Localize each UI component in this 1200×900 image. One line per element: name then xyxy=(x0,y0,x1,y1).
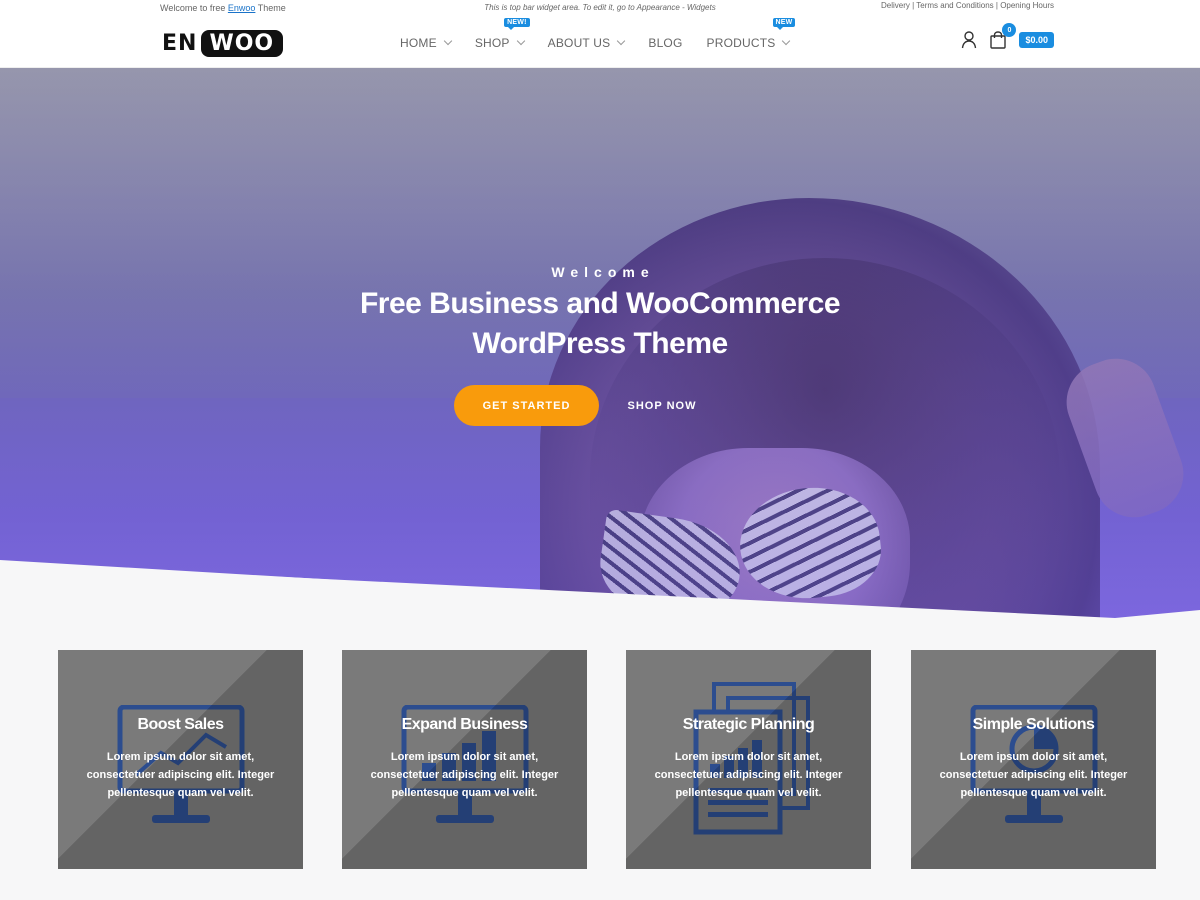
feature-title: Strategic Planning xyxy=(682,716,815,733)
feature-title: Simple Solutions xyxy=(972,716,1095,733)
chevron-down-icon xyxy=(516,36,525,46)
logo-text-en: EN xyxy=(162,30,198,56)
hero-text: Welcome Free Business and WooCommerce Wo… xyxy=(0,264,1200,364)
feature-text: Lorem ipsum dolor sit amet, consectetuer… xyxy=(939,751,1128,799)
feature-card-strategic-planning[interactable]: Strategic Planning Lorem ipsum dolor sit… xyxy=(626,650,871,869)
topbar-link-delivery[interactable]: Delivery xyxy=(881,1,910,10)
hero-title-line-2: WordPress Theme xyxy=(472,327,728,360)
topbar-welcome-prefix: Welcome to free xyxy=(160,3,228,13)
feature-card-boost-sales[interactable]: Boost Sales Lorem ipsum dolor sit amet, … xyxy=(58,650,303,869)
nav-item-products[interactable]: NEW PRODUCTS xyxy=(706,18,796,50)
new-badge: NEW xyxy=(772,18,796,30)
top-bar: Welcome to free Enwoo Theme This is top … xyxy=(0,0,1200,18)
nav-label: ABOUT US xyxy=(547,36,611,50)
cart-bag-icon[interactable]: 0 xyxy=(989,23,1017,49)
feature-title: Expand Business xyxy=(401,716,528,733)
topbar-link-opening-hours[interactable]: Opening Hours xyxy=(1000,1,1054,10)
shop-now-button[interactable]: SHOP NOW xyxy=(616,385,708,426)
site-header: EN WOO HOME NEW! SHOP ABOUT US BLOG NEW … xyxy=(0,18,1200,68)
nav-item-home[interactable]: HOME xyxy=(400,36,453,50)
feature-card-expand-business[interactable]: Expand Business Lorem ipsum dolor sit am… xyxy=(342,650,587,869)
chevron-down-icon xyxy=(617,36,626,46)
hero-eyebrow: Welcome xyxy=(551,264,655,280)
header-actions: 0 $0.00 xyxy=(961,23,1054,49)
chevron-down-icon xyxy=(782,36,791,46)
feature-text: Lorem ipsum dolor sit amet, consectetuer… xyxy=(370,751,559,799)
feature-title: Boost Sales xyxy=(137,716,224,733)
nav-item-shop[interactable]: NEW! SHOP xyxy=(474,18,530,50)
topbar-enwoo-link[interactable]: Enwoo xyxy=(228,3,256,13)
new-badge: NEW! xyxy=(504,18,530,30)
feature-card-simple-solutions[interactable]: Simple Solutions Lorem ipsum dolor sit a… xyxy=(911,650,1156,869)
nav-label: HOME xyxy=(400,36,437,50)
topbar-welcome-suffix: Theme xyxy=(255,3,286,13)
cart-total-button[interactable]: $0.00 xyxy=(1019,32,1054,48)
hero-title-line-1: Free Business and WooCommerce xyxy=(359,287,841,320)
nav-label: PRODUCTS xyxy=(706,36,776,50)
feature-text: Lorem ipsum dolor sit amet, consectetuer… xyxy=(654,751,843,799)
hero-title: Free Business and WooCommerce WordPress … xyxy=(0,284,1200,364)
main-nav: HOME NEW! SHOP ABOUT US BLOG NEW PRODUCT… xyxy=(400,18,813,68)
topbar-link-terms[interactable]: Terms and Conditions xyxy=(916,1,993,10)
get-started-button[interactable]: GET STARTED xyxy=(454,385,599,426)
logo-text-woo: WOO xyxy=(201,29,284,57)
feature-text: Lorem ipsum dolor sit amet, consectetuer… xyxy=(86,751,275,799)
topbar-widget-note: This is top bar widget area. To edit it,… xyxy=(484,3,716,12)
site-logo[interactable]: EN WOO xyxy=(162,27,284,59)
nav-label: BLOG xyxy=(648,36,683,50)
cart-count-badge: 0 xyxy=(1002,23,1017,37)
nav-item-about-us[interactable]: ABOUT US xyxy=(547,36,626,50)
user-account-icon[interactable] xyxy=(961,31,977,49)
hero-bottom-mask xyxy=(0,560,1200,630)
topbar-links: Delivery | Terms and Conditions | Openin… xyxy=(881,1,1054,10)
chevron-down-icon xyxy=(443,36,453,46)
nav-label: SHOP xyxy=(474,36,510,50)
topbar-welcome: Welcome to free Enwoo Theme xyxy=(160,3,286,13)
nav-item-blog[interactable]: BLOG xyxy=(648,36,682,50)
